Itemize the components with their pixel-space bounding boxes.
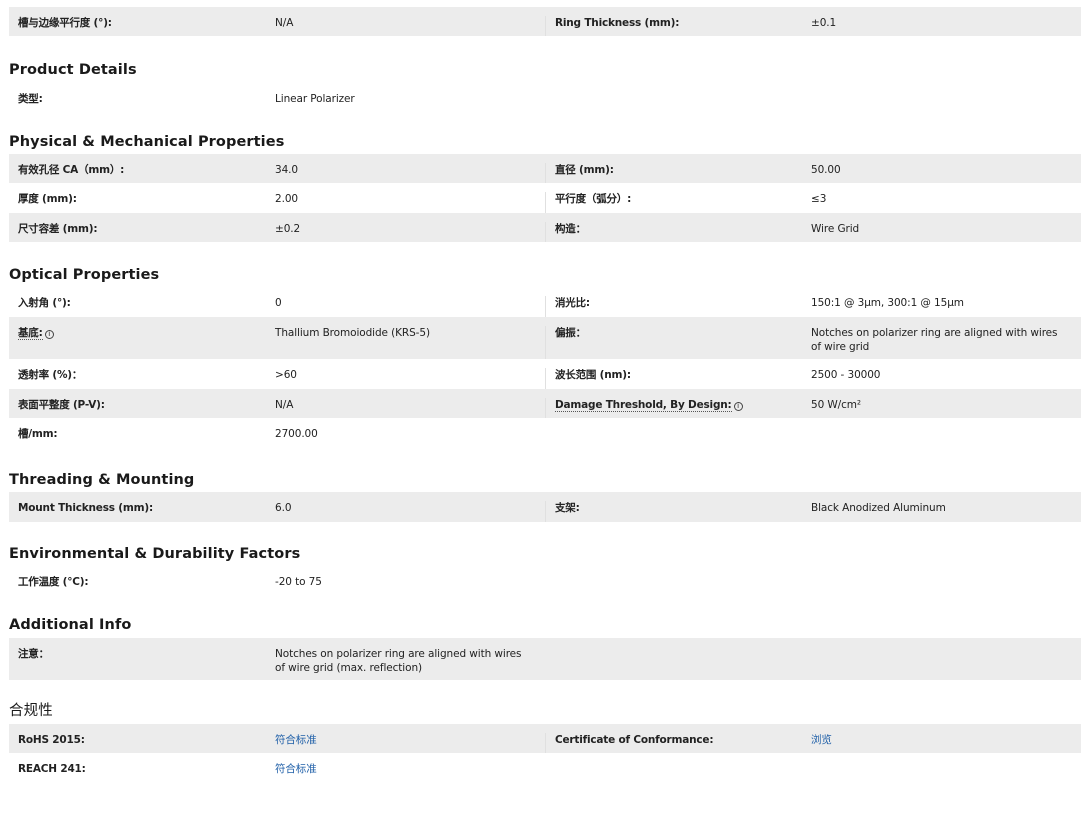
spec-label: 表面平整度 (P-V): (18, 399, 105, 411)
spec-row: 入射角 (°): 0 消光比: 150:1 @ 3μm, 300:1 @ 15μm (9, 289, 1081, 317)
spec-label: 偏振： (555, 327, 586, 339)
spec-label: 尺寸容差 (mm): (18, 223, 98, 235)
spec-value: Notches on polarizer ring are aligned wi… (275, 648, 522, 674)
spec-label: RoHS 2015: (18, 734, 85, 746)
spec-label: 有效孔径 CA（mm）: (18, 164, 125, 176)
spec-value: >60 (275, 369, 297, 381)
spec-value: Linear Polarizer (275, 93, 355, 105)
spec-value: 150:1 @ 3μm, 300:1 @ 15μm (811, 297, 964, 309)
spec-value: ≤3 (811, 193, 827, 205)
spec-row: REACH 241: 符合标准 (9, 753, 1081, 783)
spec-value: 2.00 (275, 193, 298, 205)
spec-label: 构造： (555, 223, 586, 235)
reach-compliance-link[interactable]: 符合标准 (275, 762, 545, 776)
spec-value: -20 to 75 (275, 576, 322, 588)
spec-value: N/A (275, 17, 294, 29)
spec-value: Wire Grid (811, 223, 860, 235)
spec-label-with-info: 基底: i (9, 326, 275, 340)
info-icon[interactable]: i (733, 402, 743, 411)
info-icon[interactable]: i (44, 330, 54, 339)
section-title-environmental: Environmental & Durability Factors (9, 546, 301, 562)
spec-value: 50.00 (811, 164, 841, 176)
spec-row: 尺寸容差 (mm): ±0.2 构造： Wire Grid (9, 213, 1081, 242)
spec-label: 槽与边缘平行度 (°): (18, 17, 112, 29)
specs-page: 槽与边缘平行度 (°): N/A Ring Thickness (mm): ±0.1… (9, 7, 1081, 783)
spec-row: 透射率 (%)： >60 波长范围 (nm): 2500 - 30000 (9, 359, 1081, 389)
section-title-optical: Optical Properties (9, 267, 160, 283)
spec-label: 波长范围 (nm): (555, 369, 631, 381)
certificate-view-link[interactable]: 浏览 (811, 733, 1081, 747)
spec-row: 工作温度 (°C): -20 to 75 (9, 569, 1081, 598)
spec-label: 平行度（弧分）: (555, 193, 632, 205)
spec-label[interactable]: 基底: (18, 327, 43, 340)
spec-row: 注意： Notches on polarizer ring are aligned… (9, 638, 1081, 680)
section-title-compliance: 合规性 (9, 703, 53, 719)
spec-label: 注意： (18, 648, 49, 660)
spec-row: Mount Thickness (mm): 6.0 支架: Black Anodiz… (9, 492, 1081, 522)
spec-label: 工作温度 (°C): (18, 576, 89, 588)
spec-label[interactable]: Damage Threshold, By Design: (555, 399, 732, 412)
spec-row: 表面平整度 (P-V): N/A Damage Threshold, By Des… (9, 389, 1081, 418)
spec-row: 基底: i Thallium Bromoiodide (KRS-5) 偏振： Not… (9, 317, 1081, 359)
spec-label: 消光比: (555, 297, 590, 309)
rohs-compliance-link[interactable]: 符合标准 (275, 733, 545, 747)
spec-label: 支架: (555, 502, 580, 514)
spec-row: 槽/mm: 2700.00 (9, 418, 1081, 449)
spec-value: 0 (275, 297, 282, 309)
spec-value: Black Anodized Aluminum (811, 502, 946, 514)
spec-label: 厚度 (mm): (18, 193, 77, 205)
spec-row: RoHS 2015: 符合标准 Certificate of Conformanc… (9, 724, 1081, 753)
spec-label-with-info: Damage Threshold, By Design: i (546, 398, 811, 412)
spec-value: 2500 - 30000 (811, 369, 881, 381)
section-title-threading-mounting: Threading & Mounting (9, 472, 195, 488)
spec-row: 厚度 (mm): 2.00 平行度（弧分）: ≤3 (9, 183, 1081, 213)
spec-label: 类型: (18, 93, 43, 105)
section-title-additional-info: Additional Info (9, 617, 132, 633)
spec-value: 34.0 (275, 164, 298, 176)
spec-value: ±0.1 (811, 17, 837, 29)
spec-label: REACH 241: (18, 763, 86, 775)
spec-label: 入射角 (°): (18, 297, 71, 309)
section-title-physical-mechanical: Physical & Mechanical Properties (9, 134, 285, 150)
spec-row: 有效孔径 CA（mm）: 34.0 直径 (mm): 50.00 (9, 154, 1081, 183)
spec-value: N/A (275, 399, 294, 411)
spec-value: 2700.00 (275, 428, 318, 440)
spec-value: 50 W/cm² (811, 399, 862, 411)
spec-label: 直径 (mm): (555, 164, 614, 176)
spec-row: 槽与边缘平行度 (°): N/A Ring Thickness (mm): ±0.1 (9, 7, 1081, 36)
spec-value: 6.0 (275, 502, 292, 514)
spec-value: Notches on polarizer ring are aligned wi… (811, 327, 1058, 353)
spec-label: 透射率 (%)： (18, 369, 83, 381)
spec-label: Mount Thickness (mm): (18, 502, 153, 514)
spec-label: Ring Thickness (mm): (555, 17, 680, 29)
spec-value: Thallium Bromoiodide (KRS-5) (275, 327, 430, 339)
spec-row: 类型: Linear Polarizer (9, 87, 1081, 116)
spec-label: Certificate of Conformance: (555, 734, 714, 746)
spec-value: ±0.2 (275, 223, 301, 235)
section-title-product-details: Product Details (9, 62, 137, 78)
spec-label: 槽/mm: (18, 428, 58, 440)
